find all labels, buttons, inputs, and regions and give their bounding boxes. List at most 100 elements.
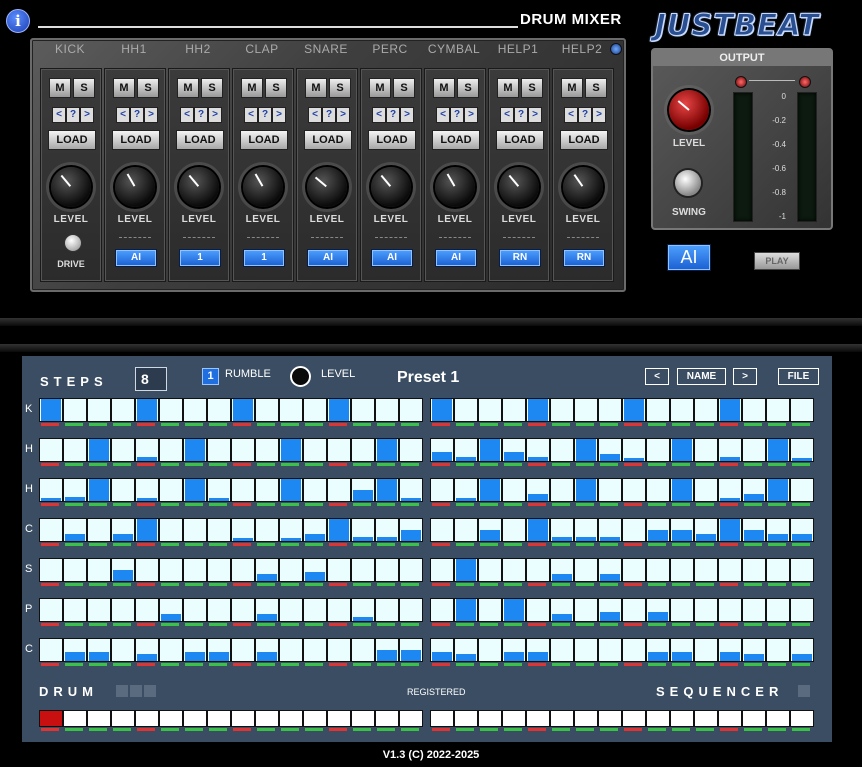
mute-button[interactable]: M	[305, 78, 327, 98]
level-knob[interactable]	[179, 167, 219, 207]
channel-mode-button[interactable]: 1	[243, 249, 285, 267]
step-cell[interactable]	[351, 398, 375, 422]
step-cell[interactable]	[574, 478, 598, 502]
step-cell[interactable]	[670, 558, 694, 582]
step-cell[interactable]	[646, 398, 670, 422]
level-knob[interactable]	[499, 167, 539, 207]
step-cell[interactable]	[598, 598, 622, 622]
step-cell[interactable]	[231, 398, 255, 422]
output-level-knob[interactable]	[669, 90, 709, 130]
sample-info-button[interactable]: ?	[130, 107, 144, 123]
step-cell[interactable]	[327, 558, 351, 582]
step-cell[interactable]	[454, 438, 478, 462]
step-cell[interactable]	[39, 558, 63, 582]
step-cell[interactable]	[279, 638, 303, 662]
mute-button[interactable]: M	[177, 78, 199, 98]
step-cell[interactable]	[87, 438, 111, 462]
step-cell[interactable]	[399, 638, 423, 662]
next-sample-button[interactable]: >	[144, 107, 158, 123]
play-button[interactable]: PLAY	[754, 252, 800, 270]
step-cell[interactable]	[646, 558, 670, 582]
step-cell[interactable]	[790, 558, 814, 582]
step-cell[interactable]	[87, 558, 111, 582]
step-cell[interactable]	[478, 638, 502, 662]
prev-sample-button[interactable]: <	[564, 107, 578, 123]
load-button[interactable]: LOAD	[48, 130, 96, 150]
step-cell[interactable]	[87, 638, 111, 662]
step-cell[interactable]	[303, 558, 327, 582]
step-cell[interactable]	[303, 478, 327, 502]
next-sample-button[interactable]: >	[208, 107, 222, 123]
channel-mode-button[interactable]: AI	[371, 249, 413, 267]
step-cell[interactable]	[135, 638, 159, 662]
step-cell[interactable]	[375, 518, 399, 542]
step-cell[interactable]	[231, 598, 255, 622]
load-button[interactable]: LOAD	[176, 130, 224, 150]
step-cell[interactable]	[478, 398, 502, 422]
step-cell[interactable]	[790, 398, 814, 422]
pattern-cell[interactable]	[694, 710, 718, 727]
prev-sample-button[interactable]: <	[52, 107, 66, 123]
step-cell[interactable]	[207, 518, 231, 542]
step-cell[interactable]	[327, 518, 351, 542]
step-cell[interactable]	[622, 638, 646, 662]
level-knob[interactable]	[243, 167, 283, 207]
step-cell[interactable]	[694, 598, 718, 622]
step-cell[interactable]	[622, 438, 646, 462]
step-cell[interactable]	[598, 638, 622, 662]
step-cell[interactable]	[598, 558, 622, 582]
step-cell[interactable]	[766, 478, 790, 502]
next-sample-button[interactable]: >	[464, 107, 478, 123]
step-cell[interactable]	[303, 638, 327, 662]
sample-info-button[interactable]: ?	[450, 107, 464, 123]
prev-preset-button[interactable]: <	[645, 368, 669, 385]
step-cell[interactable]	[63, 598, 87, 622]
step-cell[interactable]	[478, 518, 502, 542]
step-cell[interactable]	[526, 478, 550, 502]
swing-knob[interactable]	[675, 170, 701, 196]
mute-button[interactable]: M	[49, 78, 71, 98]
step-cell[interactable]	[646, 478, 670, 502]
sample-info-button[interactable]: ?	[322, 107, 336, 123]
step-cell[interactable]	[550, 518, 574, 542]
step-cell[interactable]	[399, 438, 423, 462]
step-cell[interactable]	[550, 558, 574, 582]
step-cell[interactable]	[183, 598, 207, 622]
pattern-cell[interactable]	[279, 710, 303, 727]
step-cell[interactable]	[766, 598, 790, 622]
load-button[interactable]: LOAD	[240, 130, 288, 150]
step-cell[interactable]	[550, 398, 574, 422]
step-cell[interactable]	[574, 438, 598, 462]
step-cell[interactable]	[550, 478, 574, 502]
steps-input[interactable]: 8	[135, 367, 167, 391]
pattern-cell[interactable]	[87, 710, 111, 727]
step-cell[interactable]	[351, 598, 375, 622]
step-cell[interactable]	[63, 518, 87, 542]
step-cell[interactable]	[399, 518, 423, 542]
step-cell[interactable]	[430, 398, 454, 422]
step-cell[interactable]	[694, 398, 718, 422]
pattern-cell[interactable]	[430, 710, 454, 727]
step-cell[interactable]	[111, 398, 135, 422]
step-cell[interactable]	[87, 598, 111, 622]
pattern-cell[interactable]	[183, 710, 207, 727]
step-cell[interactable]	[351, 478, 375, 502]
step-cell[interactable]	[454, 598, 478, 622]
pattern-cell[interactable]	[63, 710, 87, 727]
step-cell[interactable]	[231, 638, 255, 662]
pattern-cell[interactable]	[351, 710, 375, 727]
prev-sample-button[interactable]: <	[372, 107, 386, 123]
step-cell[interactable]	[135, 558, 159, 582]
step-cell[interactable]	[63, 638, 87, 662]
sample-info-button[interactable]: ?	[578, 107, 592, 123]
step-cell[interactable]	[502, 598, 526, 622]
step-cell[interactable]	[159, 398, 183, 422]
pattern-cell[interactable]	[574, 710, 598, 727]
step-cell[interactable]	[598, 398, 622, 422]
step-cell[interactable]	[399, 398, 423, 422]
prev-sample-button[interactable]: <	[500, 107, 514, 123]
next-sample-button[interactable]: >	[400, 107, 414, 123]
pattern-cell[interactable]	[454, 710, 478, 727]
step-cell[interactable]	[574, 638, 598, 662]
mute-button[interactable]: M	[113, 78, 135, 98]
